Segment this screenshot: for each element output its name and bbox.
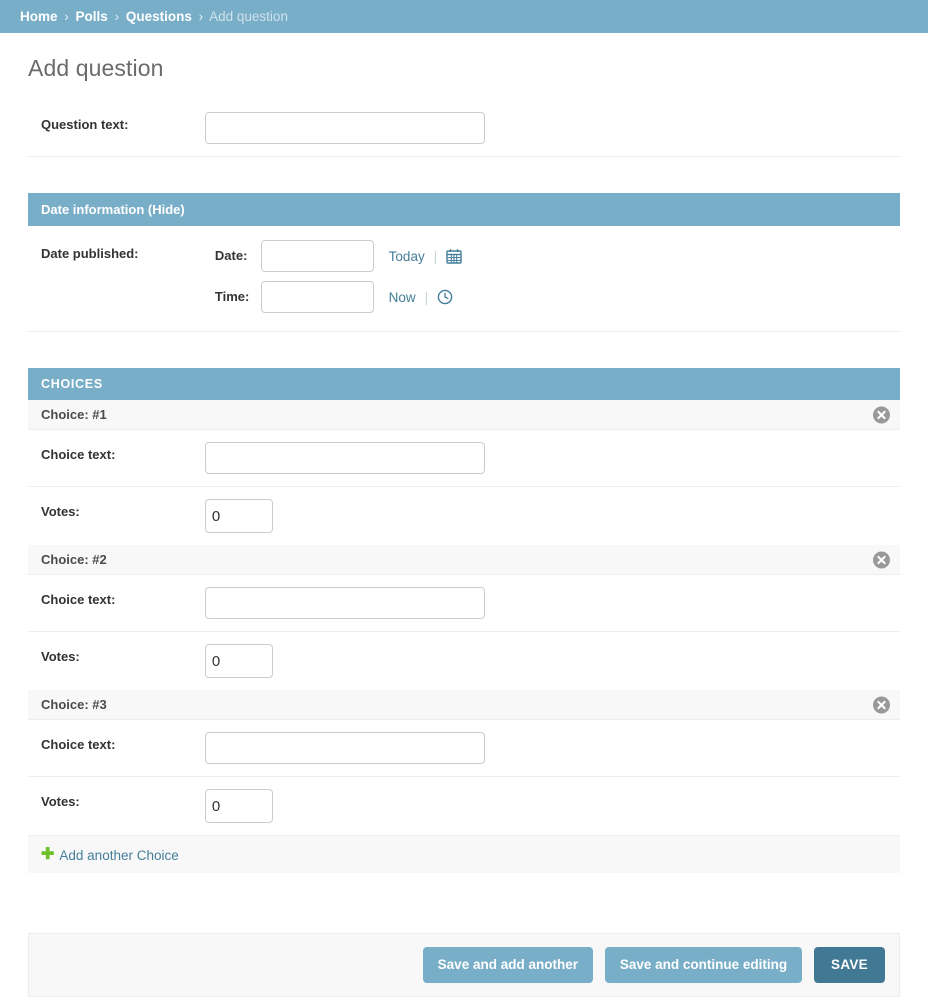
plus-icon: ✚ [41,847,54,863]
add-another-choice-link[interactable]: Add another Choice [59,848,178,863]
date-line: Date: Today | [215,240,462,272]
choice-text-label: Choice text: [41,442,201,462]
calendar-icon[interactable] [446,248,462,264]
inline-choice-title: Choice: #3 [41,697,107,712]
votes-field-wrap [205,644,273,678]
votes-input[interactable] [205,789,273,823]
inline-choice-title-row: Choice: #1 [28,400,900,430]
date-shortcut-separator: | [434,248,438,264]
choice-text-field-wrap [205,732,485,764]
time-input[interactable] [261,281,374,313]
submit-row: Save and add another Save and continue e… [28,933,900,997]
date-published-row: Date published: Date: Today | [28,226,900,332]
question-fieldset: Question text: [28,100,900,157]
choice-text-field-wrap [205,587,485,619]
save-and-add-another-button[interactable]: Save and add another [423,947,593,983]
votes-row: Votes: [28,487,900,545]
choice-text-row: Choice text: [28,430,900,487]
votes-field-wrap [205,499,273,533]
breadcrumb-separator: › [61,9,72,24]
inline-choice-title-row: Choice: #2 [28,545,900,575]
date-caption: Date: [215,248,257,263]
main-content: Question text: Date information (Hide) D… [0,100,928,997]
choice-text-input[interactable] [205,442,485,474]
today-shortcut-link[interactable]: Today [389,249,425,264]
question-text-input[interactable] [205,112,485,144]
datetime-fields: Date: Today | [215,240,462,313]
choice-text-row: Choice text: [28,720,900,777]
delete-circle-icon[interactable] [873,406,890,423]
page-title: Add question [0,33,928,100]
section-spacer [20,332,908,368]
inline-choice-1: Choice: #1 Choice text: Votes: [28,400,900,545]
save-button[interactable]: SAVE [814,947,885,983]
section-spacer [20,157,908,193]
breadcrumb-item-current: Add question [209,9,288,24]
question-text-row: Question text: [28,100,900,157]
votes-row: Votes: [28,777,900,835]
date-published-label: Date published: [41,240,211,261]
clock-icon[interactable] [437,289,453,305]
choice-text-input[interactable] [205,587,485,619]
inline-choice-title: Choice: #1 [41,407,107,422]
choice-text-input[interactable] [205,732,485,764]
votes-input[interactable] [205,499,273,533]
votes-field-wrap [205,789,273,823]
delete-circle-icon[interactable] [873,696,890,713]
choices-inline-group: CHOICES Choice: #1 Choice text: Vot [28,368,900,873]
save-and-continue-editing-button[interactable]: Save and continue editing [605,947,802,983]
breadcrumb-separator: › [112,9,123,24]
choice-text-row: Choice text: [28,575,900,632]
inline-choice-2: Choice: #2 Choice text: Votes: [28,545,900,690]
inline-choice-title: Choice: #2 [41,552,107,567]
votes-input[interactable] [205,644,273,678]
choice-text-field-wrap [205,442,485,474]
date-information-header[interactable]: Date information (Hide) [28,193,900,226]
votes-row: Votes: [28,632,900,690]
time-caption: Time: [215,289,257,304]
breadcrumb-item-home[interactable]: Home [20,9,58,24]
time-line: Time: Now | [215,281,462,313]
inline-choice-3: Choice: #3 Choice text: Votes: [28,690,900,835]
delete-circle-icon[interactable] [873,551,890,568]
votes-label: Votes: [41,789,201,809]
time-shortcut-separator: | [425,289,429,305]
breadcrumb-item-questions[interactable]: Questions [126,9,192,24]
date-input[interactable] [261,240,374,272]
now-shortcut-link[interactable]: Now [389,290,416,305]
breadcrumb: Home › Polls › Questions › Add question [0,0,928,33]
choice-text-label: Choice text: [41,587,201,607]
breadcrumb-separator: › [196,9,207,24]
question-text-label: Question text: [41,112,201,132]
votes-label: Votes: [41,644,201,664]
add-another-choice-row: ✚ Add another Choice [28,835,900,873]
date-information-fieldset: Date information (Hide) Date published: … [28,193,900,332]
question-text-field-wrap [205,112,485,144]
breadcrumb-item-polls[interactable]: Polls [76,9,108,24]
inline-choice-title-row: Choice: #3 [28,690,900,720]
choice-text-label: Choice text: [41,732,201,752]
votes-label: Votes: [41,499,201,519]
choices-header: CHOICES [28,368,900,400]
